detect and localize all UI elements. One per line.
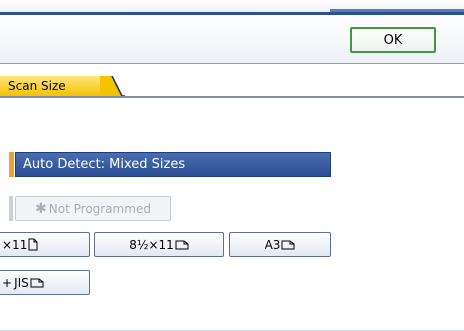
tab-scan-size-label: Scan Size — [8, 79, 66, 93]
size-label-2: 8½×11 — [129, 237, 174, 252]
ok-label: OK — [383, 32, 403, 48]
paper-landscape-icon — [30, 278, 44, 287]
size-button-2[interactable]: 8½×11 — [94, 232, 224, 257]
size-label-4: JIS — [14, 275, 29, 290]
size-label-1: ×11 — [2, 237, 28, 252]
paper-landscape-icon — [281, 240, 295, 249]
auto-detect-button[interactable]: Auto Detect: Mixed Sizes — [15, 152, 331, 177]
paper-landscape-icon — [175, 240, 189, 249]
tab-underline — [0, 96, 464, 98]
tab-slant — [100, 76, 125, 97]
size-button-1[interactable]: ×11 — [0, 232, 90, 257]
auto-detect-label: Auto Detect: Mixed Sizes — [23, 157, 186, 172]
size-label-3: A3 — [264, 237, 281, 252]
size-button-3[interactable]: A3 — [229, 232, 331, 257]
ok-button[interactable]: OK — [350, 27, 436, 53]
selected-marker — [9, 152, 14, 177]
header-divider — [0, 63, 464, 64]
not-programmed-button[interactable]: ✱ Not Programmed — [15, 196, 171, 221]
star-icon: ✱ — [35, 200, 47, 217]
paper-portrait-icon — [28, 238, 38, 251]
size-label-4-prefix: + — [2, 275, 13, 290]
tab-scan-size[interactable]: Scan Size — [0, 76, 110, 96]
row-edge-marker — [9, 196, 13, 221]
size-button-4[interactable]: + JIS — [0, 270, 90, 295]
not-programmed-label: Not Programmed — [48, 201, 151, 216]
